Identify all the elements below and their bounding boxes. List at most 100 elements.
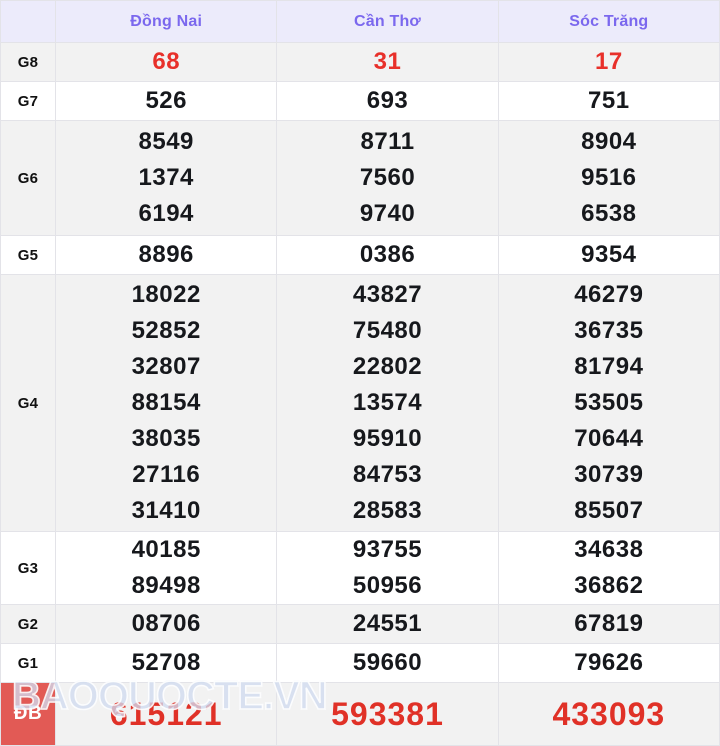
table-header: Đồng Nai Cần Thơ Sóc Trăng	[0, 0, 720, 43]
prize-cell-g7-dong-nai: 526	[55, 81, 278, 121]
table-row: G2 08706 24551 67819	[0, 604, 720, 644]
lottery-number: 38035	[131, 425, 201, 452]
lottery-number: 89498	[131, 572, 201, 599]
prize-label-g4: G4	[0, 274, 57, 532]
lottery-number: 7560	[359, 164, 416, 191]
lottery-number: 24551	[352, 610, 423, 637]
table-row: G4 18022 52852 32807 88154 38035 27116 31410 438…	[0, 274, 720, 532]
table-row: G3 40185 89498 93755 50956 34638 36862	[0, 531, 720, 605]
lottery-number: 593381	[331, 696, 444, 732]
prize-label-text: G7	[17, 92, 39, 110]
number-stack: 52708	[56, 645, 276, 681]
number-stack: 433093	[499, 694, 719, 734]
column-header-dong-nai: Đồng Nai	[55, 0, 278, 43]
header-row: Đồng Nai Cần Thơ Sóc Trăng	[0, 0, 720, 43]
prize-cell-g1-soc-trang: 79626	[497, 643, 720, 683]
prize-cell-g4-dong-nai: 18022 52852 32807 88154 38035 27116 31410	[55, 274, 278, 532]
number-stack: 593381	[277, 694, 497, 734]
number-stack: 59660	[277, 645, 497, 681]
prize-cell-g3-soc-trang: 34638 36862	[497, 531, 720, 605]
prize-label-text: G6	[17, 169, 39, 187]
prize-cell-g2-soc-trang: 67819	[497, 604, 720, 644]
prize-label-text: G2	[17, 615, 39, 633]
lottery-number: 79626	[574, 649, 644, 676]
prize-cell-g7-can-tho: 693	[276, 81, 499, 121]
lottery-number: 1374	[138, 164, 194, 191]
lottery-number: 85507	[574, 497, 644, 524]
lottery-number: 59660	[352, 649, 423, 676]
prize-label-g6: G6	[0, 120, 57, 236]
number-stack: 8549 1374 6194	[56, 124, 276, 232]
prize-cell-g1-can-tho: 59660	[276, 643, 499, 683]
lottery-number: 30739	[574, 461, 644, 488]
lottery-number: 28583	[352, 497, 423, 524]
number-stack: 40185 89498	[56, 532, 276, 604]
prize-label-text: ĐB	[13, 703, 43, 724]
number-stack: 24551	[277, 606, 497, 642]
lottery-number: 68	[152, 48, 181, 75]
lottery-number: 8904	[581, 128, 637, 155]
table-row: G7 526 693 751	[0, 81, 720, 121]
prize-cell-g8-dong-nai: 68	[55, 42, 278, 82]
prize-cell-db-soc-trang: 433093	[497, 682, 720, 746]
prize-label-g5: G5	[0, 235, 57, 275]
lottery-number: 9740	[359, 200, 416, 227]
prize-cell-g6-can-tho: 8711 7560 9740	[276, 120, 499, 236]
number-stack: 615121	[56, 694, 276, 734]
lottery-number: 53505	[574, 389, 644, 416]
number-stack: 526	[56, 83, 276, 119]
prize-label-g2: G2	[0, 604, 57, 644]
lottery-number: 84753	[352, 461, 423, 488]
prize-cell-g5-dong-nai: 8896	[55, 235, 278, 275]
prize-label-g3: G3	[0, 531, 57, 605]
prize-label-text: G5	[17, 246, 39, 264]
prize-cell-g2-can-tho: 24551	[276, 604, 499, 644]
prize-cell-db-dong-nai: 615121	[55, 682, 278, 746]
lottery-number: 40185	[131, 536, 201, 563]
lottery-number: 8711	[360, 128, 415, 155]
lottery-number: 8549	[138, 128, 194, 155]
prize-cell-g1-dong-nai: 52708	[55, 643, 278, 683]
number-stack: 9354	[499, 237, 719, 273]
lottery-number: 34638	[574, 536, 644, 563]
column-header-soc-trang: Sóc Trăng	[497, 0, 720, 43]
prize-label-text: G4	[17, 394, 39, 412]
number-stack: 67819	[499, 606, 719, 642]
lottery-number: 46279	[574, 281, 644, 308]
number-stack: 43827 75480 22802 13574 95910 84753 28583	[277, 277, 497, 529]
number-stack: 31	[277, 44, 497, 80]
lottery-number: 9354	[581, 241, 637, 268]
lottery-number: 433093	[552, 696, 666, 732]
table-row: G5 8896 0386 9354	[0, 235, 720, 275]
lottery-number: 36735	[574, 317, 644, 344]
lottery-number: 70644	[574, 425, 644, 452]
number-stack: 93755 50956	[277, 532, 497, 604]
lottery-number: 751	[588, 87, 630, 114]
lottery-number: 32807	[131, 353, 201, 380]
number-stack: 34638 36862	[499, 532, 719, 604]
prize-cell-g4-soc-trang: 46279 36735 81794 53505 70644 30739 85507	[497, 274, 720, 532]
lottery-number: 08706	[131, 610, 201, 637]
table-body: G8 68 31 17 G7 526 693 751 G6 8549 1374 6194 8711 756…	[0, 42, 720, 746]
prize-label-g7: G7	[0, 81, 57, 121]
prize-label-text: G8	[17, 53, 39, 71]
prize-label-g1: G1	[0, 643, 57, 683]
number-stack: 8896	[56, 237, 276, 273]
lottery-number: 75480	[352, 317, 423, 344]
lottery-number: 693	[366, 87, 409, 114]
number-stack: 08706	[56, 606, 276, 642]
lottery-number: 93755	[352, 536, 423, 563]
table-row: G8 68 31 17	[0, 42, 720, 82]
lottery-number: 615121	[109, 696, 223, 732]
number-stack: 79626	[499, 645, 719, 681]
prize-label-g8: G8	[0, 42, 57, 82]
prize-cell-db-can-tho: 593381	[276, 682, 499, 746]
lottery-number: 52708	[131, 649, 201, 676]
number-stack: 751	[499, 83, 719, 119]
lottery-number: 88154	[131, 389, 201, 416]
number-stack: 8904 9516 6538	[499, 124, 719, 232]
number-stack: 68	[56, 44, 276, 80]
lottery-number: 27116	[132, 461, 201, 488]
column-header-can-tho: Cần Thơ	[276, 0, 499, 43]
lottery-number: 67819	[574, 610, 644, 637]
